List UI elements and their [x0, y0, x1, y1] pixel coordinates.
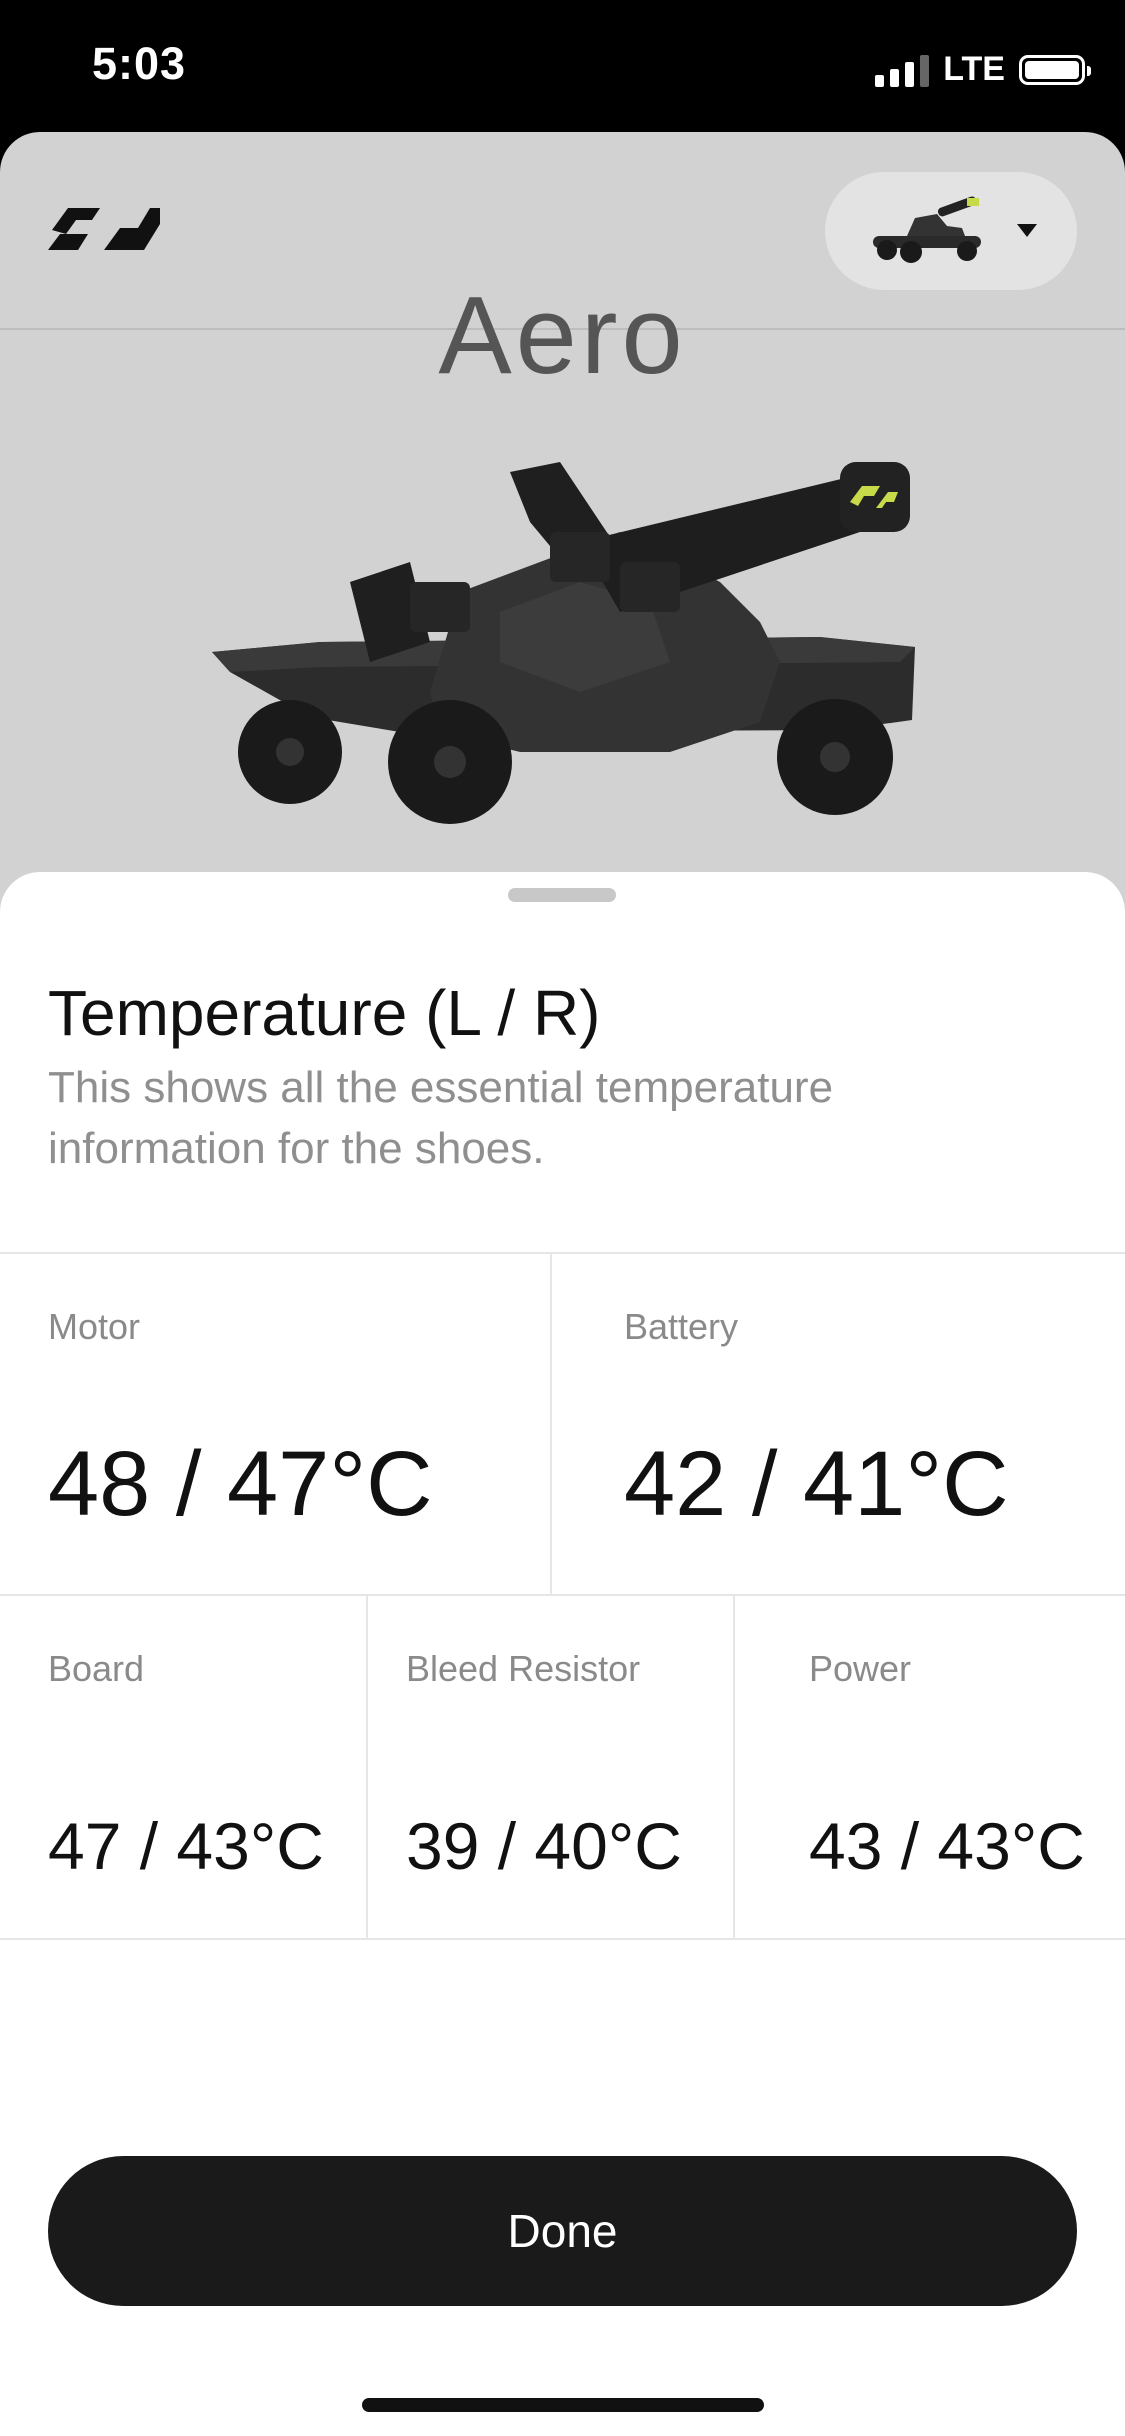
- battery-icon: [1019, 54, 1091, 85]
- status-time: 5:03: [92, 38, 187, 89]
- metric-cell-power: Power 43 / 43°C: [733, 1596, 1125, 1938]
- done-button[interactable]: Done: [48, 2156, 1077, 2306]
- metric-label: Bleed Resistor: [406, 1648, 641, 1689]
- metric-value: 43 / 43°C: [809, 1809, 1085, 1883]
- chevron-down-icon: [1017, 224, 1037, 237]
- signal-icon: [875, 53, 930, 87]
- metric-label: Battery: [624, 1306, 739, 1347]
- metric-value: 39 / 40°C: [406, 1809, 682, 1883]
- metric-value: 48 / 47°C: [48, 1433, 433, 1535]
- brand-logo-icon[interactable]: [48, 204, 160, 254]
- metric-cell-motor: Motor 48 / 47°C: [0, 1254, 552, 1596]
- metric-value: 47 / 43°C: [48, 1809, 324, 1883]
- skate-shoe-thumbnail: [873, 196, 981, 263]
- metric-cell-bleed-resistor: Bleed Resistor 39 / 40°C: [366, 1596, 734, 1938]
- metrics-row-bottom: Board 47 / 43°C Bleed Resistor 39 / 40°C…: [0, 1594, 1125, 1940]
- metric-label: Board: [48, 1648, 145, 1689]
- metric-value: 42 / 41°C: [624, 1433, 1009, 1535]
- sheet-grabber[interactable]: [508, 888, 616, 902]
- metrics-row-top: Motor 48 / 47°C Battery 42 / 41°C: [0, 1252, 1125, 1596]
- temperature-sheet: Temperature (L / R) This shows all the e…: [0, 872, 1125, 2436]
- product-title: Aero: [438, 274, 687, 397]
- status-bar: 5:03 LTE: [0, 0, 1125, 132]
- home-indicator: [362, 2398, 764, 2412]
- network-label: LTE: [943, 50, 1005, 88]
- sheet-description: This shows all the essential temperature…: [48, 1063, 834, 1173]
- status-indicators: LTE: [875, 50, 1091, 89]
- metric-cell-board: Board 47 / 43°C: [0, 1596, 368, 1938]
- metric-cell-battery: Battery 42 / 41°C: [550, 1254, 1125, 1596]
- metric-label: Power: [809, 1648, 912, 1689]
- metric-label: Motor: [48, 1306, 141, 1347]
- sheet-title: Temperature (L / R): [48, 977, 601, 1049]
